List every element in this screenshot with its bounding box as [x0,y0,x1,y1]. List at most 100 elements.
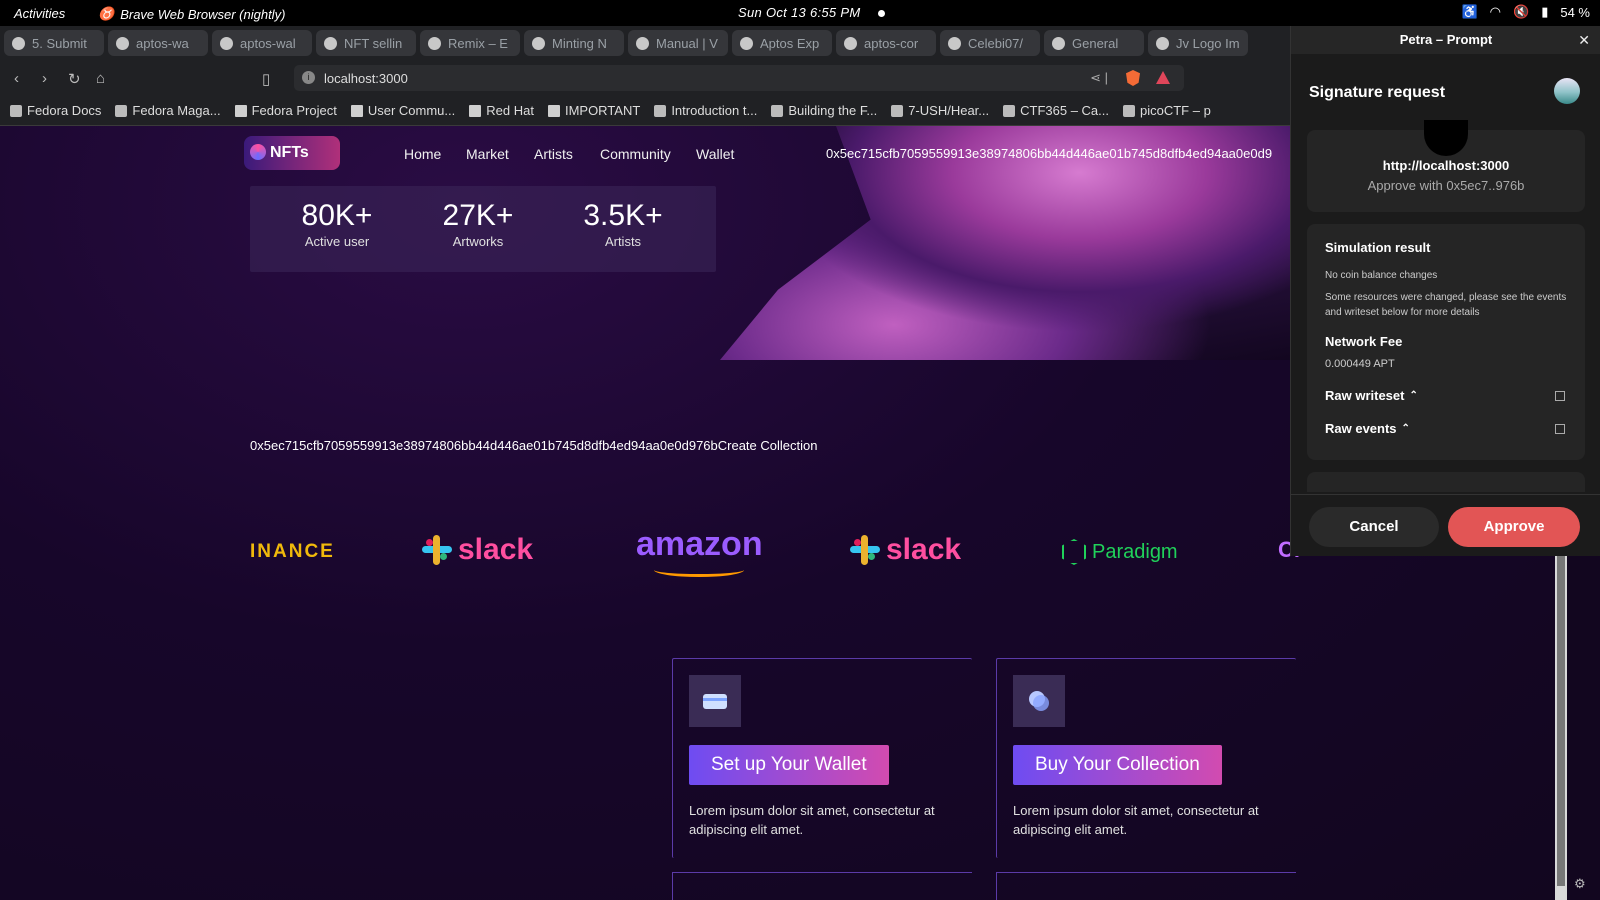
site-info-icon[interactable]: i [302,71,315,84]
wifi-icon[interactable]: ◠ [1490,4,1501,20]
bookmark-item[interactable]: Fedora Maga... [115,103,221,118]
raw-events-toggle[interactable]: Raw events ⌃ [1325,421,1410,436]
bookmark-label: Building the F... [788,103,878,118]
feature-card-partial [672,872,972,900]
site-icon [1003,104,1016,117]
stat-label: Artists [604,234,642,249]
bookmark-folder[interactable]: Fedora Project [234,103,337,118]
github-icon [948,36,961,50]
browser-tab[interactable]: Manual | V [628,30,728,56]
petra-wallet-popup: Petra – Prompt ✕ Signature request http:… [1290,26,1600,556]
create-collection-line[interactable]: 0x5ec715cfb7059559913e38974806bb44d446ae… [250,438,817,453]
card-description: Lorem ipsum dolor sit amet, consectetur … [689,803,935,837]
brave-icon: ♉ [98,6,115,21]
nav-market[interactable]: Market [466,146,509,162]
resources-changed-note: Some resources were changed, please see … [1325,292,1567,318]
bookmark-icon[interactable]: ▯ [262,70,270,88]
app-menu[interactable]: ♉ Brave Web Browser (nightly) [98,6,285,22]
github-icon [220,36,233,50]
copy-icon[interactable] [1555,424,1565,434]
browser-tab[interactable]: aptos-cor [836,30,936,56]
bookmark-folder[interactable]: IMPORTANT [547,103,641,118]
stat-label: Active user [304,234,370,249]
battery-icon[interactable]: ▮ [1541,4,1548,20]
toolbar: ‹ › ↻ ⌂ ▯ i localhost:3000 ⋖ | [0,60,1290,96]
site-icon [654,104,667,117]
paradigm-wordmark: Paradigm [1092,540,1178,563]
account-avatar[interactable] [1554,78,1580,104]
browser-tab[interactable]: 5. Submit [4,30,104,56]
bookmark-label: IMPORTANT [564,103,641,118]
stat-artworks: 27K+ Artworks [418,200,538,250]
browser-tab[interactable]: aptos-wa [108,30,208,56]
nav-home[interactable]: Home [404,146,441,162]
tab-label: Manual | V [656,35,718,51]
tab-label: Jv Logo Im [1176,35,1240,51]
address-bar[interactable]: i localhost:3000 ⋖ | [294,65,1184,91]
close-icon[interactable]: ✕ [1578,32,1590,49]
tab-label: Celebi07/ [968,35,1023,51]
browser-tab[interactable]: aptos-wal [212,30,312,56]
card-wallet-icon [689,675,741,727]
slack-logo: slack [850,533,961,567]
buy-collection-button[interactable]: Buy Your Collection [1013,745,1222,785]
browser-tab[interactable]: Remix – E [420,30,520,56]
system-tray[interactable]: ♿ ◠ 🔇 ▮ 54 % [1461,4,1590,20]
logo-icon [250,144,266,160]
raw-writeset-toggle[interactable]: Raw writeset ⌃ [1325,388,1418,403]
approve-button[interactable]: Approve [1448,507,1580,547]
browser-tab[interactable]: Aptos Exp [732,30,832,56]
bookmark-item[interactable]: Introduction t... [654,103,757,118]
bookmark-label: picoCTF – p [1140,103,1211,118]
bookmark-item[interactable]: CTF365 – Ca... [1003,103,1109,118]
request-origin: http://localhost:3000 [1382,158,1510,173]
cancel-button[interactable]: Cancel [1309,507,1439,547]
dapp-icon [1424,120,1468,156]
binance-logo: INANCE [250,541,335,562]
accessibility-icon[interactable]: ♿ [1461,4,1477,20]
google-icon [324,36,337,50]
bookmark-folder[interactable]: User Commu... [350,103,456,118]
tab-label: aptos-cor [864,35,919,51]
nav-wallet[interactable]: Wallet [696,146,734,162]
volume-muted-icon[interactable]: 🔇 [1513,4,1529,20]
bookmark-item[interactable]: Fedora Docs [10,103,101,118]
copy-icon[interactable] [1555,391,1565,401]
nav-artists[interactable]: Artists [534,146,573,162]
bookmark-item[interactable]: Building the F... [771,103,877,118]
chevron-up-icon: ⌃ [1401,423,1410,434]
reload-icon[interactable]: ↻ [68,70,81,88]
browser-tab[interactable]: Celebi07/ [940,30,1040,56]
github-icon [844,36,857,50]
brave-rewards-icon[interactable] [1156,71,1170,84]
tab-label: NFT sellin [344,35,403,51]
browser-tab[interactable]: NFT sellin [316,30,416,56]
site-logo[interactable]: NFTs [244,136,340,170]
browser-tab[interactable]: Jv Logo Im [1148,30,1248,56]
brave-shields-icon[interactable] [1126,70,1140,86]
clock[interactable]: Sun Oct 13 6:55 PM [738,5,860,20]
site-icon [1123,104,1135,117]
set-up-wallet-button[interactable]: Set up Your Wallet [689,745,889,785]
folder-icon [547,104,560,117]
bookmark-label: User Commu... [367,103,456,118]
browser-tab[interactable]: Minting N [524,30,624,56]
amazon-wordmark: amazon [636,525,763,563]
github-icon [116,36,129,50]
nav-community[interactable]: Community [600,146,671,162]
gear-icon[interactable]: ⚙ [1574,876,1586,892]
network-fee-heading: Network Fee [1325,334,1403,349]
bookmark-folder[interactable]: Red Hat [469,103,534,118]
bookmark-item[interactable]: picoCTF – p [1123,103,1211,118]
bookmark-item[interactable]: 7-USH/Hear... [891,103,989,118]
back-icon[interactable]: ‹ [14,70,19,87]
url-text[interactable]: localhost:3000 [324,71,408,86]
home-icon[interactable]: ⌂ [96,70,105,87]
activities-button[interactable]: Activities [14,6,65,21]
browser-tab[interactable]: General [1044,30,1144,56]
forward-icon[interactable]: › [42,70,47,87]
share-icon[interactable]: ⋖ | [1090,70,1108,86]
popup-footer: Cancel Approve [1291,494,1600,556]
origin-panel: http://localhost:3000 Approve with 0x5ec… [1307,120,1585,212]
battery-level: 54 % [1560,4,1590,20]
